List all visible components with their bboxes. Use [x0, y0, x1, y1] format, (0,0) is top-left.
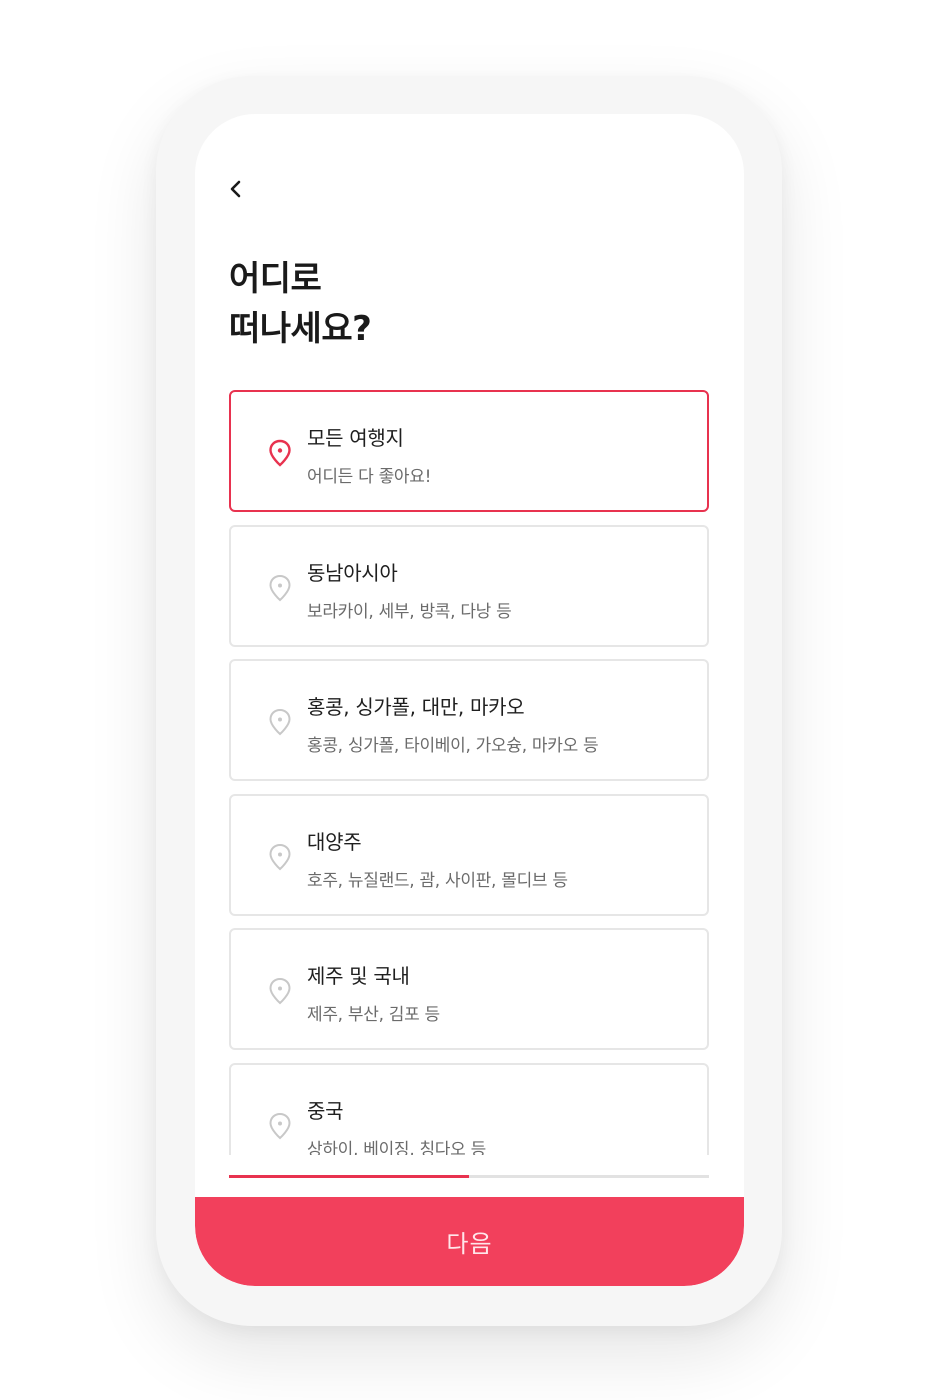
destination-option-china[interactable]: 중국 상하이, 베이징, 칭다오 등 [229, 1063, 709, 1155]
chevron-left-icon [230, 180, 241, 198]
back-button[interactable] [221, 174, 251, 204]
destination-title: 모든 여행지 [307, 426, 404, 450]
destination-title: 중국 [307, 1099, 344, 1123]
destination-subtitle: 상하이, 베이징, 칭다오 등 [307, 1140, 486, 1155]
destination-title: 제주 및 국내 [307, 964, 410, 988]
phone-screen: 어디로 떠나세요? 모든 여행지 어디든 다 좋아요! 동남아시아 보라카이, … [195, 114, 744, 1286]
destination-option-oceania[interactable]: 대양주 호주, 뉴질랜드, 괌, 사이판, 몰디브 등 [229, 794, 709, 916]
destination-list[interactable]: 모든 여행지 어디든 다 좋아요! 동남아시아 보라카이, 세부, 방콕, 다낭… [195, 390, 744, 1155]
destination-subtitle: 홍콩, 싱가폴, 타이베이, 가오슝, 마카오 등 [307, 736, 599, 756]
location-pin-icon [267, 574, 293, 602]
destination-subtitle: 보라카이, 세부, 방콕, 다낭 등 [307, 602, 512, 622]
page-title-line-1: 어디로 [229, 259, 322, 299]
destination-option-hongkong-singapore[interactable]: 홍콩, 싱가폴, 대만, 마카오 홍콩, 싱가폴, 타이베이, 가오슝, 마카오… [229, 659, 709, 781]
destination-option-southeast-asia[interactable]: 동남아시아 보라카이, 세부, 방콕, 다낭 등 [229, 525, 709, 647]
destination-subtitle: 제주, 부산, 김포 등 [307, 1005, 440, 1025]
destination-option-all[interactable]: 모든 여행지 어디든 다 좋아요! [229, 390, 709, 512]
destination-title: 홍콩, 싱가폴, 대만, 마카오 [307, 695, 525, 719]
location-pin-icon [267, 843, 293, 871]
page-title: 어디로 떠나세요? [229, 254, 629, 354]
location-pin-icon [267, 1112, 293, 1140]
location-pin-icon [267, 439, 293, 467]
destination-subtitle: 호주, 뉴질랜드, 괌, 사이판, 몰디브 등 [307, 871, 568, 891]
location-pin-icon [267, 708, 293, 736]
page-title-line-2: 떠나세요? [229, 309, 372, 349]
destination-title: 대양주 [307, 830, 362, 854]
destination-title: 동남아시아 [307, 561, 398, 585]
progress-bar-fill [229, 1175, 469, 1178]
destination-option-jeju-domestic[interactable]: 제주 및 국내 제주, 부산, 김포 등 [229, 928, 709, 1050]
destination-subtitle: 어디든 다 좋아요! [307, 467, 432, 487]
location-pin-icon [267, 977, 293, 1005]
progress-bar [229, 1175, 709, 1178]
next-button[interactable]: 다음 [195, 1197, 744, 1286]
